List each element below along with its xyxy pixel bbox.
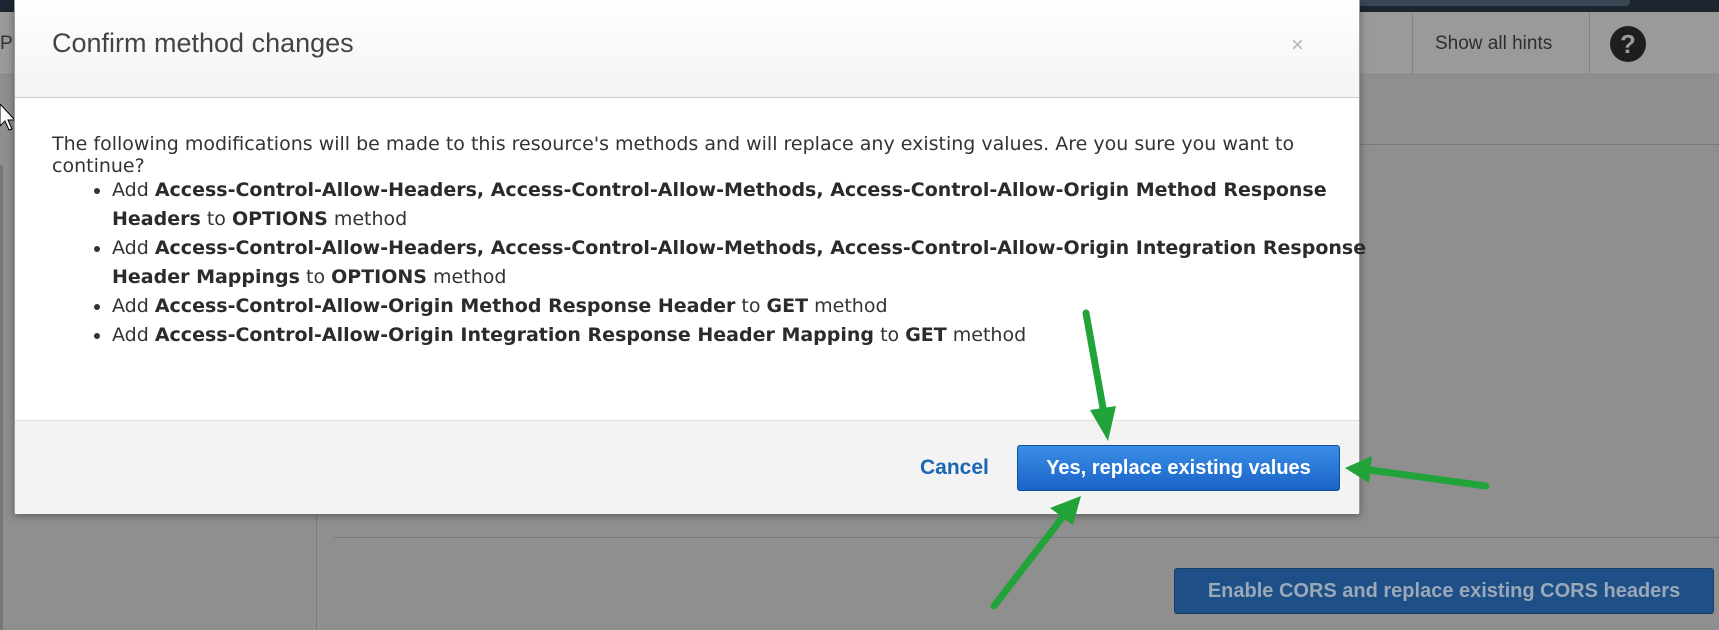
- arrow-icon: [990, 496, 1081, 610]
- arrow-icon: [1345, 456, 1490, 490]
- annotation-arrows: [990, 309, 1490, 610]
- arrow-icon: [1082, 309, 1116, 441]
